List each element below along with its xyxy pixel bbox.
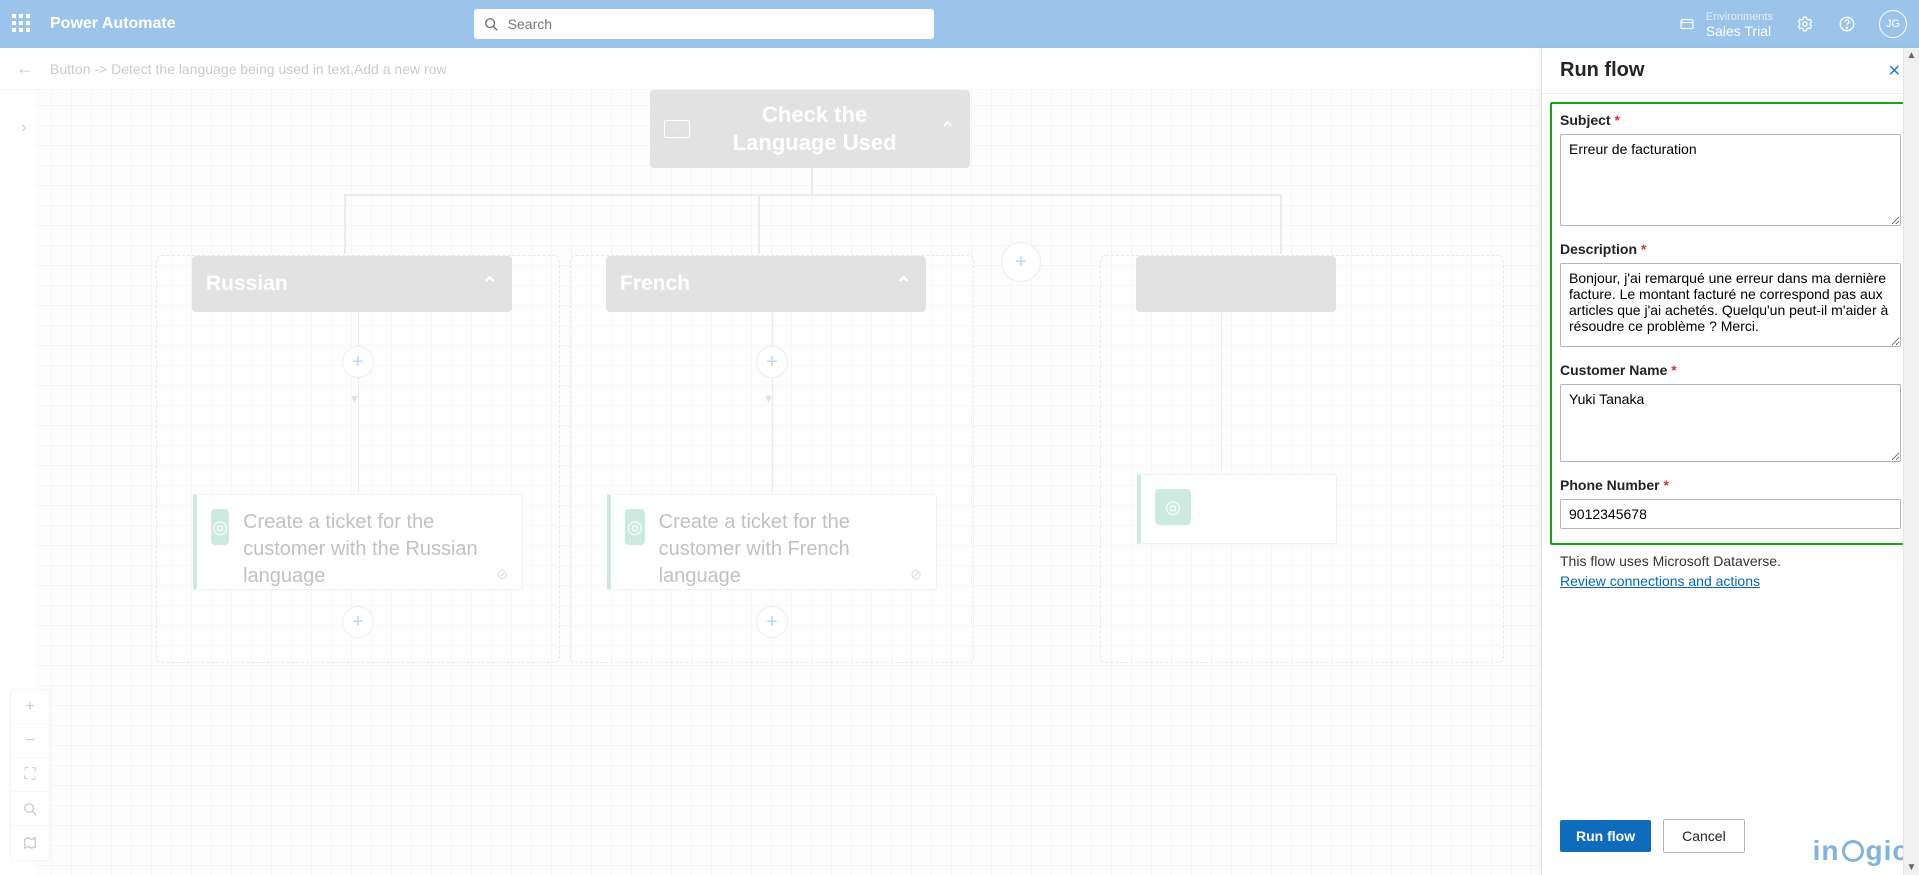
- dataverse-icon: ◎: [625, 509, 645, 545]
- review-connections-link[interactable]: Review connections and actions: [1550, 573, 1770, 589]
- zoom-in-button[interactable]: +: [11, 690, 49, 724]
- phone-number-input[interactable]: [1560, 499, 1901, 529]
- flow-action-russian[interactable]: ◎ Create a ticket for the customer with …: [193, 494, 523, 590]
- customer-name-input[interactable]: Yuki Tanaka: [1560, 384, 1901, 462]
- dataverse-icon: ◎: [1155, 489, 1191, 525]
- add-step-button[interactable]: +: [342, 606, 374, 638]
- action-title: Create a ticket for the customer with th…: [243, 509, 504, 590]
- connector: [772, 312, 773, 492]
- connection-icon: ⊘: [496, 566, 508, 583]
- description-input[interactable]: Bonjour, j'ai remarqué une erreur dans m…: [1560, 263, 1901, 347]
- user-avatar[interactable]: JG: [1879, 10, 1907, 38]
- highlighted-form: Subject * Erreur de facturation Descript…: [1550, 102, 1911, 545]
- flow-branch-third: ◎: [1100, 255, 1504, 663]
- add-step-button[interactable]: +: [756, 606, 788, 638]
- zoom-out-button[interactable]: −: [11, 724, 49, 758]
- add-step-button[interactable]: +: [756, 346, 788, 378]
- scroll-down-icon[interactable]: ▼: [1904, 862, 1919, 873]
- root-title-l2: Language Used: [733, 130, 897, 155]
- flow-action-third[interactable]: ◎: [1137, 474, 1337, 544]
- run-flow-panel: Run flow ✕ Subject * Erreur de facturati…: [1541, 48, 1919, 875]
- scroll-up-icon[interactable]: ▲: [1904, 50, 1919, 61]
- action-title: Create a ticket for the customer with Fr…: [659, 509, 918, 590]
- connector: [1280, 194, 1282, 254]
- connector: [811, 168, 813, 194]
- connection-icon: ⊘: [910, 566, 922, 583]
- brand-title: Power Automate: [50, 15, 176, 33]
- close-icon[interactable]: ✕: [1888, 61, 1901, 81]
- add-branch-button[interactable]: +: [1001, 242, 1041, 282]
- environment-picker[interactable]: Environments Sales Trial: [1678, 10, 1773, 38]
- environment-label: Environments: [1706, 10, 1773, 24]
- minimap-button[interactable]: [11, 826, 49, 860]
- chevron-up-icon[interactable]: ⌃: [481, 272, 498, 297]
- panel-title: Run flow: [1560, 59, 1888, 82]
- settings-icon[interactable]: [1795, 14, 1815, 34]
- branch-header-third[interactable]: [1136, 256, 1336, 312]
- flow-branch-french: French ⌃ ▾ + ◎ Create a ticket for the c…: [570, 255, 974, 663]
- branch-label: French: [620, 272, 895, 296]
- add-step-button[interactable]: +: [342, 346, 374, 378]
- connector: [344, 194, 346, 254]
- chevron-up-icon[interactable]: ⌃: [895, 272, 912, 297]
- flow-branch-russian: Russian ⌃ ▾ + ◎ Create a ticket for the …: [156, 255, 560, 663]
- branch-header-russian[interactable]: Russian ⌃: [192, 256, 512, 312]
- search-canvas-button[interactable]: [11, 792, 49, 826]
- flow-action-french[interactable]: ◎ Create a ticket for the customer with …: [607, 494, 937, 590]
- app-launcher-icon[interactable]: [12, 14, 32, 34]
- chevron-up-icon[interactable]: ⌃: [939, 117, 956, 142]
- search-input[interactable]: [508, 16, 924, 32]
- connector: [344, 194, 1280, 196]
- connector: [358, 312, 359, 492]
- subject-label: Subject *: [1560, 112, 1901, 128]
- breadcrumb-text: Button -> Detect the language being used…: [50, 61, 447, 77]
- environment-icon: [1678, 15, 1696, 33]
- flow-node-root[interactable]: ···· Check the Language Used ⌃: [650, 90, 970, 168]
- connector: [758, 194, 760, 254]
- branch-header-french[interactable]: French ⌃: [606, 256, 926, 312]
- app-header: Power Automate Environments Sales Trial …: [0, 0, 1919, 48]
- dataverse-info: This flow uses Microsoft Dataverse.: [1550, 553, 1911, 569]
- search-input-wrap[interactable]: [474, 9, 934, 39]
- vertical-scrollbar[interactable]: ▲ ▼: [1903, 48, 1919, 875]
- phone-number-label: Phone Number *: [1560, 477, 1901, 493]
- root-title-l1: Check the: [762, 102, 867, 127]
- dataverse-icon: ◎: [211, 509, 229, 545]
- search-icon: [484, 17, 498, 31]
- cancel-button[interactable]: Cancel: [1663, 819, 1745, 853]
- subject-input[interactable]: Erreur de facturation: [1560, 134, 1901, 226]
- environment-value: Sales Trial: [1706, 24, 1773, 38]
- canvas-tools: + − ⛶: [10, 689, 50, 861]
- connector: [1221, 312, 1222, 472]
- fit-screen-button[interactable]: ⛶: [11, 758, 49, 792]
- help-icon[interactable]: [1837, 14, 1857, 34]
- description-label: Description *: [1560, 241, 1901, 257]
- trigger-icon: ····: [664, 120, 690, 138]
- arrow-down-icon: ▾: [765, 390, 772, 407]
- arrow-down-icon: ▾: [351, 390, 358, 407]
- customer-name-label: Customer Name *: [1560, 362, 1901, 378]
- back-icon[interactable]: ←: [16, 58, 34, 79]
- watermark-logo: ingic: [1813, 835, 1909, 867]
- branch-label: Russian: [206, 272, 481, 296]
- run-flow-button[interactable]: Run flow: [1560, 820, 1651, 852]
